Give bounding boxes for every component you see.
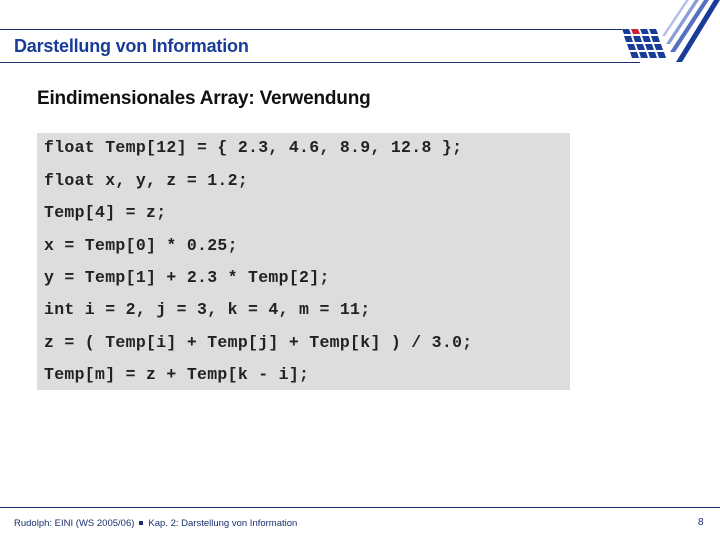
code-line: Temp[m] = z + Temp[k - i]; bbox=[44, 365, 310, 384]
code-line: x = Temp[0] * 0.25; bbox=[44, 236, 238, 255]
footer-author-course: Rudolph: EINI (WS 2005/06) bbox=[14, 518, 135, 529]
code-line: y = Temp[1] + 2.3 * Temp[2]; bbox=[44, 268, 330, 287]
bullet-icon bbox=[139, 520, 144, 525]
footer-text: Rudolph: EINI (WS 2005/06) Kap. 2: Darste… bbox=[14, 518, 297, 529]
code-line: int i = 2, j = 3, k = 4, m = 11; bbox=[44, 300, 371, 319]
header-title: Darstellung von Information bbox=[14, 36, 249, 56]
header-bottom-rule bbox=[0, 62, 640, 63]
code-line: z = ( Temp[i] + Temp[j] + Temp[k] ) / 3.… bbox=[44, 333, 473, 352]
university-logo-icon bbox=[622, 0, 720, 62]
code-block: float Temp[12] = { 2.3, 4.6, 8.9, 12.8 }… bbox=[37, 133, 570, 390]
code-line: float x, y, z = 1.2; bbox=[44, 171, 249, 190]
code-line: float Temp[12] = { 2.3, 4.6, 8.9, 12.8 }… bbox=[44, 138, 463, 157]
slide-subtitle: Eindimensionales Array: Verwendung bbox=[37, 88, 371, 109]
footer-rule bbox=[0, 507, 720, 508]
code-line: Temp[4] = z; bbox=[44, 203, 167, 222]
footer-chapter: Kap. 2: Darstellung von Information bbox=[148, 518, 298, 529]
page-number: 8 bbox=[698, 517, 704, 528]
header-top-rule bbox=[0, 29, 622, 30]
